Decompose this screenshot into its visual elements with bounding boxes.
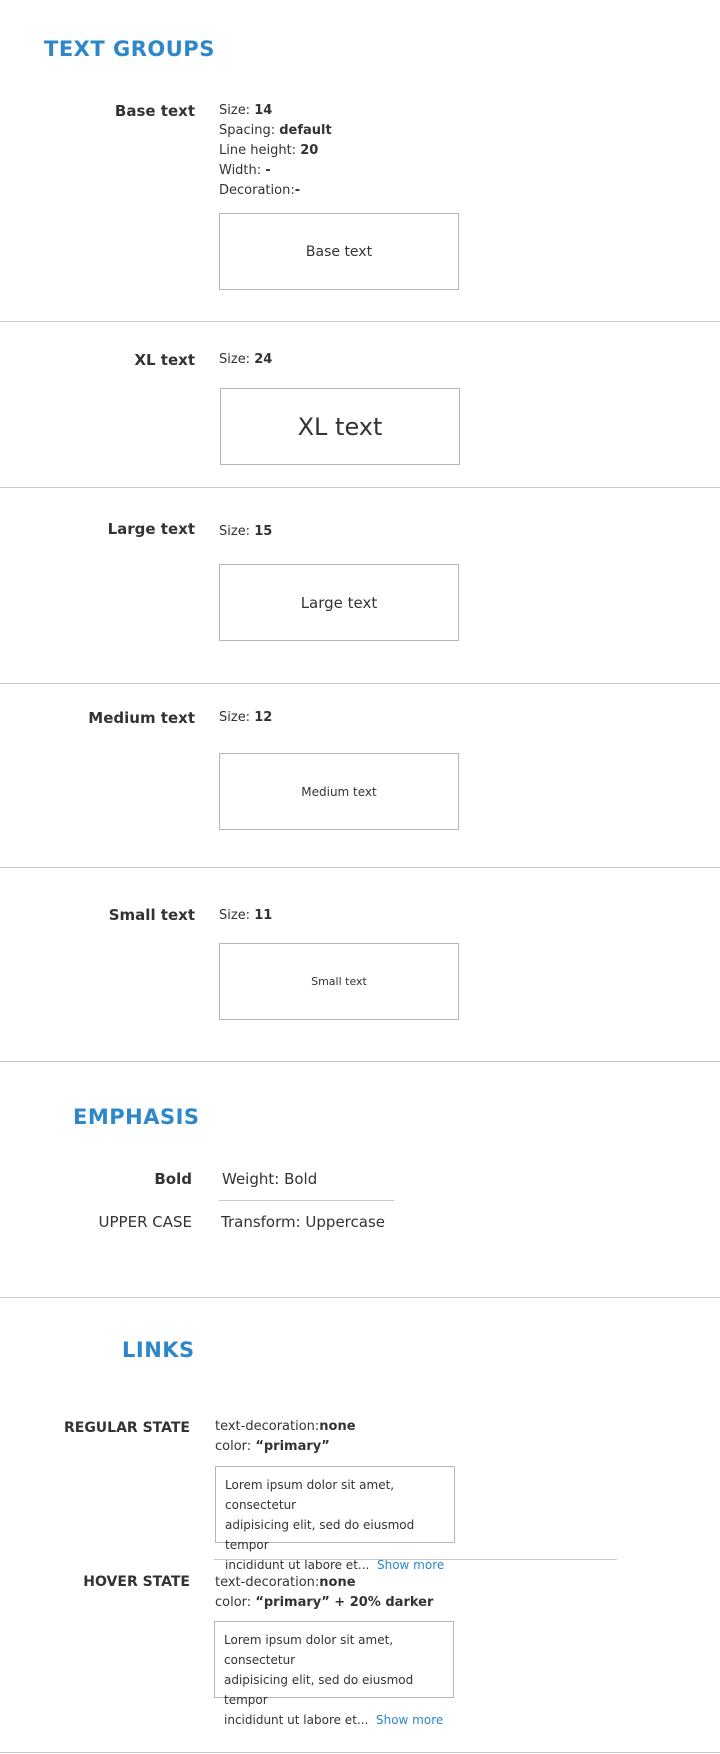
base-text-sample: Base text — [219, 213, 459, 290]
links-heading: LINKS — [122, 1338, 195, 1362]
uppercase-description: Transform: Uppercase — [221, 1213, 386, 1231]
section-divider — [0, 867, 720, 868]
show-more-link[interactable]: Show more — [377, 1558, 444, 1572]
small-text-label: Small text — [108, 906, 195, 924]
hover-state-sample: Lorem ipsum dolor sit amet, consectetur … — [214, 1621, 454, 1727]
hover-state-properties: text-decoration:none color: “primary” + … — [215, 1573, 433, 1613]
text-groups-heading: TEXT GROUPS — [44, 37, 215, 61]
size-property: Size: 12 — [219, 710, 273, 725]
xl-text-label: XL text — [134, 351, 195, 369]
size-property: Size: 24 — [219, 352, 273, 367]
section-divider — [0, 683, 720, 684]
large-text-sample: Large text — [219, 564, 459, 641]
line-height-property: Line height: 20 — [219, 143, 319, 158]
decoration-property: text-decoration:none — [215, 1419, 356, 1434]
section-divider — [0, 1061, 720, 1062]
section-divider — [0, 1752, 720, 1753]
medium-text-sample: Medium text — [219, 753, 459, 830]
large-text-label: Large text — [107, 520, 195, 538]
emphasis-heading: EMPHASIS — [73, 1105, 200, 1129]
section-divider — [0, 321, 720, 322]
base-text-properties: Size: 14 Spacing: default Line height: 2… — [219, 101, 332, 201]
show-more-link[interactable]: Show more — [376, 1713, 443, 1727]
size-property: Size: 14 — [219, 103, 273, 118]
medium-text-label: Medium text — [88, 709, 195, 727]
size-property: Size: 11 — [219, 908, 273, 923]
color-property: color: “primary” + 20% darker — [215, 1595, 434, 1610]
bold-description: Weight: Bold — [222, 1170, 318, 1188]
regular-state-label: REGULAR STATE — [63, 1420, 190, 1436]
regular-state-properties: text-decoration:none color: “primary” — [215, 1417, 356, 1457]
section-divider — [0, 1297, 720, 1298]
hover-state-label: HOVER STATE — [83, 1574, 190, 1590]
emphasis-divider — [219, 1200, 394, 1201]
color-property: color: “primary” — [215, 1439, 330, 1454]
width-property: Width: - — [219, 163, 271, 178]
size-property: Size: 15 — [219, 524, 273, 539]
regular-state-sample: Lorem ipsum dolor sit amet, consectetur … — [215, 1466, 455, 1572]
bold-label: Bold — [154, 1170, 192, 1188]
xl-text-sample: XL text — [220, 388, 460, 465]
decoration-property: text-decoration:none — [215, 1575, 356, 1590]
spacing-property: Spacing: default — [219, 123, 332, 138]
small-text-sample: Small text — [219, 943, 459, 1020]
base-text-label: Base text — [114, 102, 195, 120]
decoration-property: Decoration:- — [219, 183, 301, 198]
section-divider — [0, 487, 720, 488]
uppercase-label: UPPER CASE — [98, 1213, 192, 1231]
links-divider — [214, 1559, 617, 1560]
